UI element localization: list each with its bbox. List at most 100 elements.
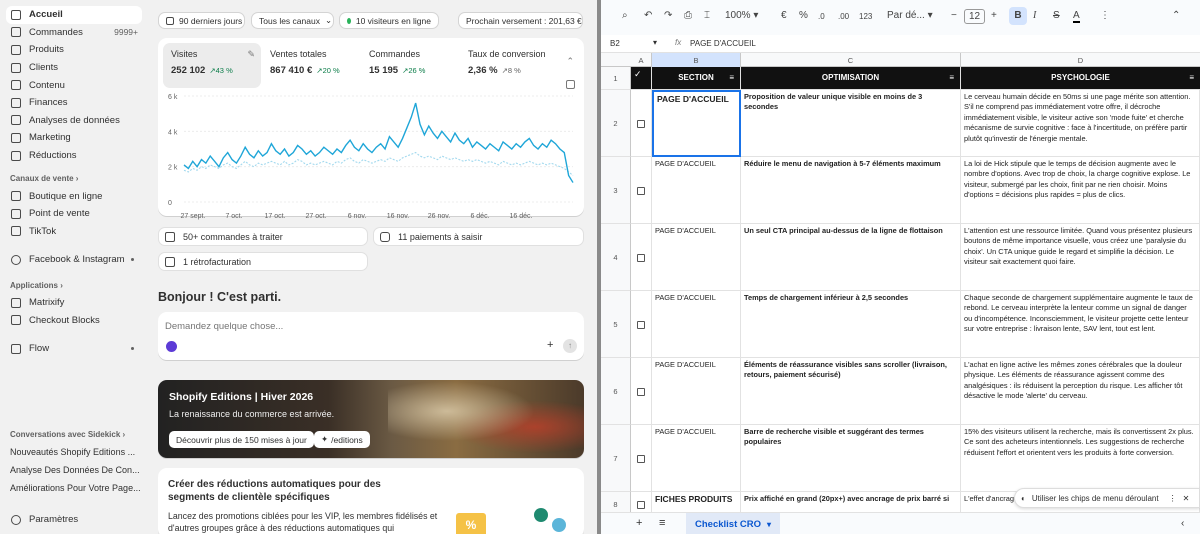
sidekick-input[interactable] <box>165 319 545 333</box>
zoom-select[interactable]: 100% ▾ <box>725 10 758 21</box>
sidebar-item-6[interactable]: Analyses de données <box>6 112 142 130</box>
row-checkbox[interactable] <box>637 500 645 509</box>
sidebar-app-0[interactable]: Matrixify <box>6 294 142 312</box>
optimisation-cell[interactable]: Réduire le menu de navigation à 5-7 élém… <box>741 157 961 224</box>
column-header-B[interactable]: B <box>652 53 741 67</box>
header-cell-0[interactable]: SECTION ≡ <box>652 67 741 90</box>
column-header-C[interactable]: C <box>741 53 961 67</box>
channel-filter[interactable]: Tous les canaux ⌄ <box>251 12 334 29</box>
sidebar-item-5[interactable]: Finances <box>6 94 142 112</box>
sidekick-conversation-0[interactable]: Nouveautés Shopify Editions ... <box>6 443 146 461</box>
metric-orders[interactable]: Commandes 15 195 ↗26 % <box>361 43 459 88</box>
sales-channels-heading[interactable]: Canaux de vente › <box>6 170 142 187</box>
font-select[interactable]: Par dé... ▾ <box>887 10 933 21</box>
filter-icon[interactable]: ≡ <box>1189 73 1194 83</box>
header-cell-2[interactable]: PSYCHOLOGIE ≡ <box>961 67 1200 90</box>
search-icon[interactable]: ⌕ <box>622 10 628 21</box>
add-icon[interactable]: + <box>547 339 553 351</box>
paint-format-icon[interactable]: ⌶ <box>704 10 710 21</box>
date-range-filter[interactable]: 90 derniers jours <box>158 12 245 29</box>
psychologie-cell[interactable]: Chaque seconde de chargement supplémenta… <box>961 291 1200 358</box>
undo-icon[interactable]: ↶ <box>644 10 652 21</box>
metric-visits[interactable]: Visites 252 102 ↗43 % ✎ <box>163 43 261 88</box>
row-checkbox[interactable] <box>637 119 645 128</box>
row-checkbox[interactable] <box>637 387 645 396</box>
section-cell[interactable]: PAGE D'ACCUEIL <box>652 291 741 358</box>
row-header[interactable]: 7 <box>601 425 631 492</box>
section-cell[interactable]: PAGE D'ACCUEIL <box>652 425 741 492</box>
row-checkbox[interactable] <box>637 186 645 195</box>
row-header[interactable]: 2 <box>601 90 631 157</box>
sidebar-sales-channel-0[interactable]: Boutique en ligne <box>6 187 142 205</box>
redo-icon[interactable]: ↷ <box>664 10 672 21</box>
bold-icon[interactable]: B <box>1009 7 1027 25</box>
optimisation-cell[interactable]: Barre de recherche visible et suggérant … <box>741 425 961 492</box>
sidebar-item-8[interactable]: Réductions <box>6 147 142 165</box>
sidebar-item-3[interactable]: Clients <box>6 59 142 77</box>
currency-icon[interactable]: € <box>781 10 787 21</box>
sidebar-item-settings[interactable]: Paramètres <box>6 511 142 529</box>
close-icon[interactable]: ✕ <box>1183 494 1190 503</box>
sidebar-item-1[interactable]: Commandes 9999+ <box>6 24 142 42</box>
section-cell[interactable]: PAGE D'ACCUEIL <box>652 157 741 224</box>
filter-icon[interactable]: ≡ <box>949 73 954 83</box>
number-format-icon[interactable]: 123 <box>859 12 872 21</box>
font-size-decrease-icon[interactable]: − <box>951 10 957 21</box>
row-header-1[interactable]: 1 <box>601 67 631 90</box>
font-size-input[interactable]: 12 <box>964 9 985 24</box>
sidebar-item-7[interactable]: Marketing <box>6 129 142 147</box>
column-header-A[interactable]: A <box>631 53 652 67</box>
optimisation-cell[interactable]: Proposition de valeur unique visible en … <box>741 90 961 157</box>
sidebar-item-0[interactable]: Accueil <box>6 6 142 24</box>
psychologie-cell[interactable]: La loi de Hick stipule que le temps de d… <box>961 157 1200 224</box>
next-payout-chip[interactable]: Prochain versement : 201,63 € <box>458 12 583 29</box>
send-icon[interactable]: ↑ <box>563 339 577 353</box>
filter-icon[interactable]: ≡ <box>729 73 734 83</box>
discover-updates-button[interactable]: Découvrir plus de 150 mises à jour <box>169 431 314 448</box>
metric-conversion[interactable]: Taux de conversion 2,36 % ↗8 % <box>460 43 570 88</box>
task-orders-to-process[interactable]: 50+ commandes à traiter <box>158 227 368 246</box>
editions-link-button[interactable]: ✦/editions <box>314 431 370 448</box>
editions-banner[interactable]: Shopify Editions | Hiver 2026 La renaiss… <box>158 380 584 458</box>
optimisation-cell[interactable]: Un seul CTA principal au-dessus de la li… <box>741 224 961 291</box>
live-visitors-chip[interactable]: 10 visiteurs en ligne <box>339 12 439 29</box>
chevron-down-icon[interactable]: ▾ <box>653 38 657 47</box>
psychologie-cell[interactable]: Le cerveau humain décide en 50ms si une … <box>961 90 1200 157</box>
row-checkbox[interactable] <box>637 454 645 463</box>
increase-decimal-icon[interactable]: .00 <box>838 12 849 21</box>
strikethrough-icon[interactable]: S <box>1053 10 1060 21</box>
sidebar-item-4[interactable]: Contenu <box>6 76 142 94</box>
percent-format-icon[interactable]: % <box>799 10 808 21</box>
section-cell[interactable]: PAGE D'ACCUEIL <box>652 90 741 157</box>
task-payments-to-capture[interactable]: 11 paiements à saisir <box>373 227 584 246</box>
more-icon[interactable]: ⋮ <box>1169 494 1177 503</box>
section-cell[interactable]: PAGE D'ACCUEIL <box>652 224 741 291</box>
row-header[interactable]: 5 <box>601 291 631 358</box>
psychologie-cell[interactable]: L'achat en ligne active les mêmes zones … <box>961 358 1200 425</box>
sidebar-item-flow[interactable]: Flow <box>6 340 142 358</box>
row-header[interactable]: 6 <box>601 358 631 425</box>
formula-input[interactable]: PAGE D'ACCUEIL <box>690 39 756 48</box>
sidebar-item-2[interactable]: Produits <box>6 41 142 59</box>
name-box[interactable]: B2 <box>610 39 620 48</box>
print-icon[interactable]: ⎙ <box>684 10 692 21</box>
row-checkbox[interactable] <box>637 320 645 329</box>
italic-icon[interactable]: I <box>1033 10 1036 21</box>
text-color-icon[interactable]: A <box>1073 10 1080 23</box>
row-header[interactable]: 4 <box>601 224 631 291</box>
more-icon[interactable]: ⋮ <box>1100 10 1110 21</box>
task-chargeback[interactable]: 1 rétrofacturation <box>158 252 368 271</box>
sheet-tab-checklist[interactable]: Checklist CRO ▾ <box>686 513 781 534</box>
scroll-left-icon[interactable]: ‹ <box>1181 518 1184 529</box>
row-header[interactable]: 3 <box>601 157 631 224</box>
sidekick-conversation-2[interactable]: Améliorations Pour Votre Page... <box>6 479 146 497</box>
collapse-icon[interactable]: ⌃ <box>566 56 574 67</box>
sidebar-sales-channel-1[interactable]: Point de vente <box>6 205 142 223</box>
dropdown-chip-tip[interactable]: ◐ Utiliser les chips de menu déroulant ⋮ ✕ <box>1014 488 1200 508</box>
row-checkbox[interactable] <box>637 253 645 262</box>
optimisation-cell[interactable]: Temps de chargement inférieur à 2,5 seco… <box>741 291 961 358</box>
psychologie-cell[interactable]: L'attention est une ressource limitée. Q… <box>961 224 1200 291</box>
sidekick-conversations-heading[interactable]: Conversations avec Sidekick › <box>6 426 146 443</box>
edit-icon[interactable]: ✎ <box>247 49 255 60</box>
optimisation-cell[interactable]: Éléments de réassurance visibles sans sc… <box>741 358 961 425</box>
